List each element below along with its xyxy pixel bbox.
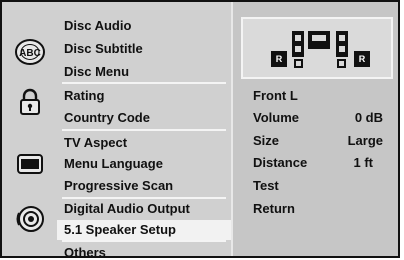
menu-divider [62, 82, 226, 84]
setting-label: Return [253, 201, 295, 216]
speaker-setup-panel: R R Front L Volume 0 dB Size Large Dista… [231, 2, 398, 256]
menu-item-tv-aspect[interactable]: TV Aspect [64, 135, 127, 151]
menu-divider [62, 240, 226, 242]
setup-menu-screen: ABC Disc Audio Disc Subtitle Disc Menu R… [0, 0, 400, 258]
menu-item-5-1-speaker-setup[interactable]: 5.1 Speaker Setup [57, 220, 231, 240]
menu-divider [62, 197, 226, 199]
menu-item-digital-audio-output[interactable]: Digital Audio Output [64, 201, 190, 217]
setting-value: Large [347, 133, 383, 148]
menu-item-menu-language[interactable]: Menu Language [64, 156, 163, 172]
center-speaker-icon[interactable] [308, 31, 330, 49]
speaker-icon [16, 206, 44, 232]
setting-label: Test [253, 178, 279, 193]
setting-label: Size [253, 133, 280, 148]
menu-item-rating[interactable]: Rating [64, 88, 104, 104]
subwoofer-icon[interactable] [294, 59, 303, 68]
menu-item-disc-subtitle[interactable]: Disc Subtitle [64, 41, 143, 57]
front-left-speaker-icon[interactable] [292, 31, 304, 57]
setting-label: Front L [253, 88, 298, 103]
menu-divider [62, 129, 226, 131]
setup-menu-list: ABC Disc Audio Disc Subtitle Disc Menu R… [2, 2, 231, 256]
surround-speaker-icon[interactable] [337, 59, 346, 68]
disc-text-icon: ABC [15, 39, 45, 65]
menu-item-disc-menu[interactable]: Disc Menu [64, 64, 129, 80]
front-right-speaker-icon[interactable] [336, 31, 348, 57]
tv-icon [17, 154, 43, 174]
setting-label: Volume [253, 110, 299, 125]
menu-item-country-code[interactable]: Country Code [64, 110, 150, 126]
rear-right-speaker-icon[interactable]: R [354, 51, 370, 67]
setting-label: Distance [253, 155, 308, 170]
lock-icon [20, 88, 40, 115]
menu-item-progressive-scan[interactable]: Progressive Scan [64, 178, 173, 194]
rear-left-speaker-icon[interactable]: R [271, 51, 287, 67]
speaker-layout-diagram: R R [241, 17, 393, 79]
setting-value: 0 dB [354, 110, 383, 125]
svg-text:ABC: ABC [19, 48, 41, 59]
setting-value: 1 ft [353, 155, 374, 170]
menu-item-disc-audio[interactable]: Disc Audio [64, 18, 131, 34]
menu-item-others[interactable]: Others [64, 245, 106, 256]
